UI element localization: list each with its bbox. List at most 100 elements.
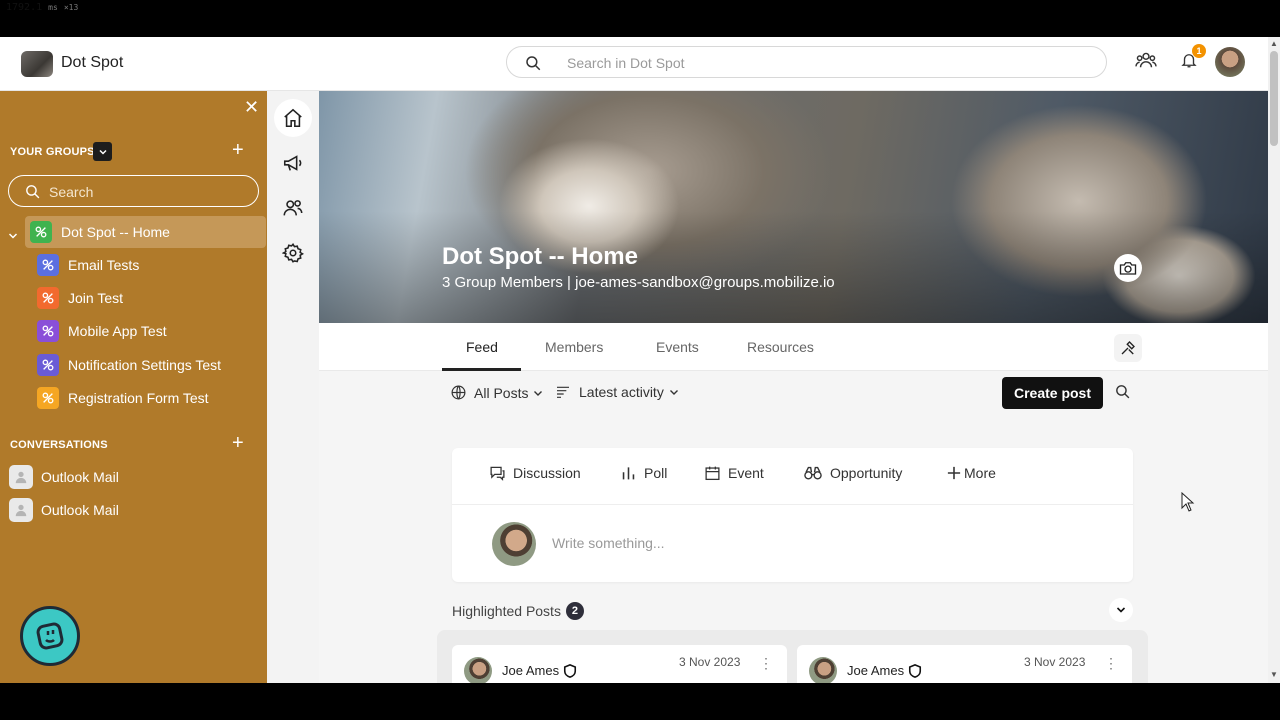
write-something-field[interactable]: Write something... bbox=[552, 535, 665, 551]
rail-home-button[interactable] bbox=[274, 99, 312, 137]
rail-members-button[interactable] bbox=[274, 189, 312, 227]
person-icon bbox=[9, 498, 33, 522]
sort-label: Latest activity bbox=[579, 384, 664, 400]
group-subtitle: 3 Group Members | joe-ames-sandbox@group… bbox=[442, 274, 835, 291]
highlighted-post-card[interactable]: Joe Ames 3 Nov 2023 ⋮ bbox=[797, 645, 1132, 683]
scroll-down-arrow-icon[interactable]: ▼ bbox=[1270, 670, 1278, 679]
gear-icon bbox=[282, 243, 304, 263]
tab-feed[interactable]: Feed bbox=[466, 339, 498, 355]
app-title[interactable]: Dot Spot bbox=[61, 54, 123, 72]
sort-dropdown[interactable]: Latest activity bbox=[555, 384, 679, 400]
sidebar-search[interactable] bbox=[8, 175, 259, 207]
group-tools-button[interactable] bbox=[1114, 334, 1142, 362]
close-sidebar-icon[interactable]: ✕ bbox=[244, 97, 259, 118]
groups-sidebar: ✕ YOUR GROUPS + Dot Spot -- Home Email T… bbox=[0, 91, 267, 683]
camera-icon bbox=[1119, 262, 1137, 275]
page-scrollbar[interactable]: ▲ ▼ bbox=[1268, 37, 1280, 683]
post-type-label: Event bbox=[728, 465, 764, 481]
add-conversation-icon[interactable]: + bbox=[232, 433, 244, 453]
post-type-more[interactable]: More bbox=[947, 465, 996, 481]
more-options-icon[interactable]: ⋮ bbox=[759, 655, 773, 672]
groups-button[interactable] bbox=[1131, 47, 1161, 77]
change-cover-button[interactable] bbox=[1114, 254, 1142, 282]
author-avatar[interactable] bbox=[809, 657, 837, 683]
group-icon bbox=[37, 354, 59, 376]
group-icon bbox=[37, 320, 59, 342]
help-chat-button[interactable] bbox=[20, 606, 80, 666]
collapse-group-icon[interactable] bbox=[8, 228, 18, 246]
group-icon bbox=[30, 221, 52, 243]
group-tabs: Feed Members Events Resources bbox=[319, 323, 1268, 371]
browser-viewport: Dot Spot 1 ▲ ▼ ✕ YOUR GROUPS bbox=[0, 37, 1280, 683]
post-author-name: Joe Ames bbox=[502, 663, 560, 678]
chevron-down-icon bbox=[1116, 607, 1126, 613]
search-icon bbox=[24, 183, 41, 205]
sidebar-group-join-test[interactable]: Join Test bbox=[0, 282, 267, 314]
post-composer: Discussion Poll Event Opportunity More W… bbox=[452, 448, 1133, 582]
conversation-item[interactable]: Outlook Mail bbox=[0, 461, 267, 493]
post-type-label: Discussion bbox=[513, 465, 581, 481]
global-search[interactable] bbox=[506, 46, 1107, 78]
conversation-label: Outlook Mail bbox=[41, 469, 119, 485]
more-options-icon[interactable]: ⋮ bbox=[1104, 655, 1118, 672]
post-date: 3 Nov 2023 bbox=[1024, 655, 1086, 669]
post-type-opportunity[interactable]: Opportunity bbox=[803, 465, 902, 481]
post-type-discussion[interactable]: Discussion bbox=[489, 465, 581, 481]
collapse-highlighted-button[interactable] bbox=[1109, 598, 1133, 622]
posts-filter-dropdown[interactable]: All Posts bbox=[450, 384, 543, 401]
chevron-down-icon bbox=[669, 390, 678, 395]
group-icon bbox=[37, 287, 59, 309]
post-date: 3 Nov 2023 bbox=[679, 655, 741, 669]
shield-icon bbox=[564, 663, 577, 678]
people-icon bbox=[283, 200, 303, 216]
group-logo[interactable] bbox=[21, 51, 53, 77]
conversation-label: Outlook Mail bbox=[41, 502, 119, 518]
highlighted-post-card[interactable]: Joe Ames 3 Nov 2023 ⋮ bbox=[452, 645, 787, 683]
plus-icon bbox=[947, 466, 961, 480]
post-author[interactable]: Joe Ames bbox=[847, 663, 922, 678]
sidebar-group-label: Email Tests bbox=[68, 257, 140, 273]
rail-settings-button[interactable] bbox=[274, 234, 312, 272]
sidebar-group-dot-spot-home[interactable]: Dot Spot -- Home bbox=[25, 216, 266, 248]
groups-dropdown-button[interactable] bbox=[93, 142, 112, 161]
wrench-hammer-icon bbox=[1121, 341, 1135, 355]
scroll-up-arrow-icon[interactable]: ▲ bbox=[1270, 39, 1278, 48]
author-avatar[interactable] bbox=[464, 657, 492, 683]
perf-overlay: 1792.1 ms ×13 bbox=[6, 2, 78, 13]
tab-members[interactable]: Members bbox=[545, 339, 603, 355]
group-icon bbox=[37, 387, 59, 409]
chevron-down-icon bbox=[98, 149, 107, 155]
sidebar-search-input[interactable] bbox=[49, 183, 249, 201]
rail-announcements-button[interactable] bbox=[274, 144, 312, 182]
post-author[interactable]: Joe Ames bbox=[502, 663, 577, 678]
sidebar-group-notification-settings-test[interactable]: Notification Settings Test bbox=[0, 349, 267, 381]
sidebar-group-registration-form-test[interactable]: Registration Form Test bbox=[0, 382, 267, 414]
megaphone-icon bbox=[283, 155, 302, 171]
sidebar-group-label: Notification Settings Test bbox=[68, 357, 222, 373]
global-search-input[interactable] bbox=[567, 53, 1087, 73]
add-group-icon[interactable]: + bbox=[232, 140, 244, 160]
sidebar-group-mobile-app-test[interactable]: Mobile App Test bbox=[0, 315, 267, 347]
tab-resources[interactable]: Resources bbox=[747, 339, 814, 355]
post-type-event[interactable]: Event bbox=[704, 465, 764, 481]
post-type-poll[interactable]: Poll bbox=[620, 465, 667, 481]
composer-avatar bbox=[492, 522, 536, 566]
scroll-thumb[interactable] bbox=[1270, 51, 1278, 146]
create-post-button[interactable]: Create post bbox=[1002, 377, 1103, 409]
chevron-down-icon bbox=[534, 390, 543, 396]
help-chat-icon bbox=[36, 622, 64, 650]
post-type-label: Poll bbox=[644, 465, 668, 481]
active-tab-indicator bbox=[442, 368, 521, 371]
sidebar-group-email-tests[interactable]: Email Tests bbox=[0, 249, 267, 281]
mouse-cursor-icon bbox=[1181, 491, 1195, 517]
group-nav-rail bbox=[267, 91, 319, 683]
sort-lines-icon bbox=[557, 386, 569, 398]
search-posts-icon[interactable] bbox=[1114, 383, 1131, 405]
group-icon bbox=[37, 254, 59, 276]
conversation-item[interactable]: Outlook Mail bbox=[0, 494, 267, 526]
discussion-icon bbox=[490, 466, 505, 481]
tab-events[interactable]: Events bbox=[656, 339, 699, 355]
globe-icon bbox=[451, 385, 466, 400]
sidebar-group-label: Join Test bbox=[68, 290, 123, 306]
user-avatar[interactable] bbox=[1215, 47, 1245, 77]
